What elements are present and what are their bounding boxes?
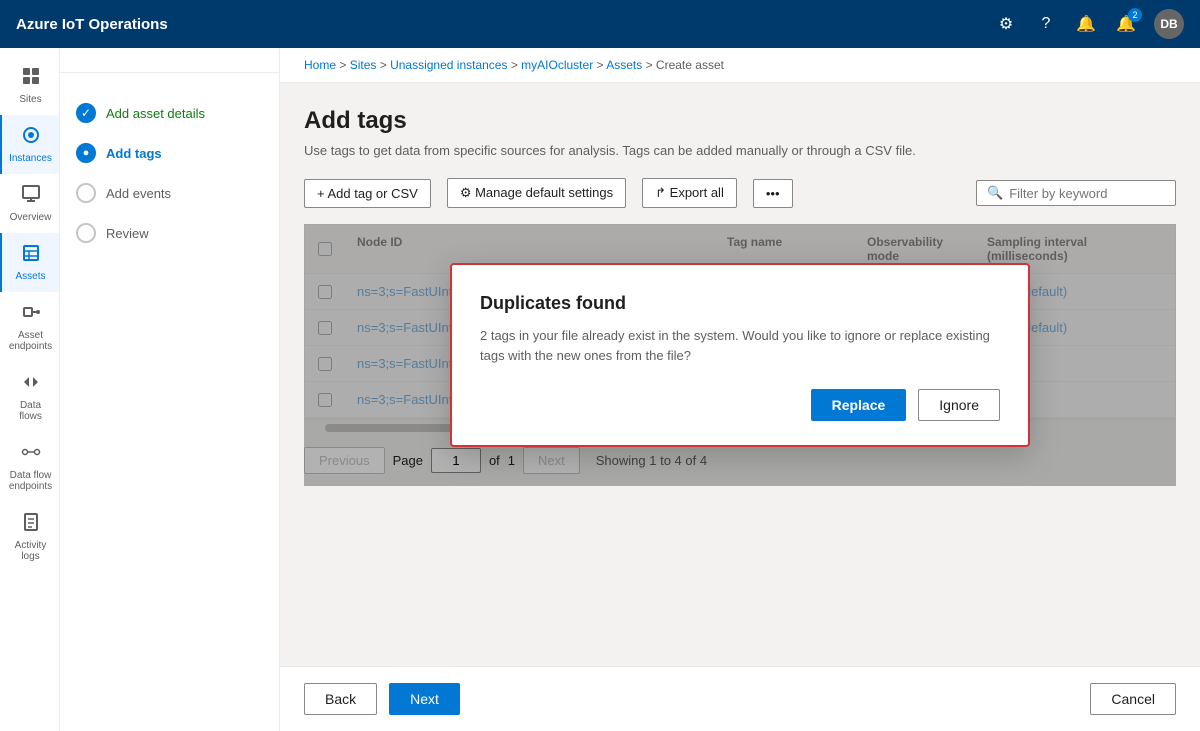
footer: Back Next Cancel — [280, 666, 1200, 731]
ignore-button[interactable]: Ignore — [918, 389, 1000, 421]
data-flow-endpoints-icon — [21, 442, 41, 467]
sidebar-label-sites: Sites — [19, 94, 41, 105]
sidebar: Sites Instances Overview Assets Asset en… — [0, 48, 60, 731]
add-tag-csv-button[interactable]: + Add tag or CSV — [304, 179, 431, 208]
dialog-overlay: Duplicates found 2 tags in your file alr… — [304, 224, 1176, 486]
app-title: Azure IoT Operations — [16, 16, 994, 33]
search-icon: 🔍 — [987, 185, 1003, 201]
asset-endpoints-icon — [21, 302, 41, 327]
sidebar-item-asset-endpoints[interactable]: Asset endpoints — [0, 292, 59, 362]
wizard-step-label-2: Add tags — [106, 146, 162, 161]
activity-logs-icon — [21, 512, 41, 537]
breadcrumb-home[interactable]: Home — [304, 58, 336, 72]
search-input[interactable] — [1009, 186, 1185, 201]
sidebar-label-overview: Overview — [10, 212, 52, 223]
instances-icon — [21, 125, 41, 150]
sidebar-label-instances: Instances — [9, 153, 52, 164]
breadcrumb-sites[interactable]: Sites — [350, 58, 377, 72]
data-flows-icon — [21, 372, 41, 397]
sidebar-item-sites[interactable]: Sites — [0, 56, 59, 115]
next-button[interactable]: Next — [389, 683, 460, 715]
sidebar-item-instances[interactable]: Instances — [0, 115, 59, 174]
sidebar-label-asset-endpoints: Asset endpoints — [8, 330, 53, 352]
step4-circle — [76, 223, 96, 243]
sidebar-label-assets: Assets — [15, 271, 45, 282]
breadcrumb-cluster[interactable]: myAIOcluster — [521, 58, 593, 72]
assets-icon — [21, 243, 41, 268]
sidebar-label-data-flow-endpoints: Data flow endpoints — [8, 470, 53, 492]
breadcrumb-assets[interactable]: Assets — [606, 58, 642, 72]
wizard-step-asset-details[interactable]: ✓ Add asset details — [76, 93, 263, 133]
breadcrumb-current: Create asset — [656, 58, 724, 72]
topbar-icons: ⚙ ? 🔔 🔔 2 DB — [994, 9, 1184, 39]
step1-circle: ✓ — [76, 103, 96, 123]
wizard-step-add-events[interactable]: Add events — [76, 173, 263, 213]
tags-toolbar: + Add tag or CSV ⚙ Manage default settin… — [304, 178, 1176, 208]
cancel-button[interactable]: Cancel — [1090, 683, 1176, 715]
notification-icon[interactable]: 🔔 2 — [1114, 12, 1138, 36]
wizard-panel: ✓ Add asset details ● Add tags Add event… — [60, 73, 280, 273]
breadcrumb: Home > Sites > Unassigned instances > my… — [280, 48, 1200, 83]
wizard-step-review[interactable]: Review — [76, 213, 263, 253]
page-subtitle: Use tags to get data from specific sourc… — [304, 143, 1176, 158]
notif-badge: 2 — [1128, 8, 1142, 22]
avatar[interactable]: DB — [1154, 9, 1184, 39]
overview-icon — [21, 184, 41, 209]
dialog-title: Duplicates found — [480, 293, 1000, 314]
wizard-step-label-1: Add asset details — [106, 106, 205, 121]
step3-circle — [76, 183, 96, 203]
wizard-step-label-4: Review — [106, 226, 149, 241]
step2-circle: ● — [76, 143, 96, 163]
back-button[interactable]: Back — [304, 683, 377, 715]
page-title: Add tags — [304, 107, 1176, 135]
search-box: 🔍 — [976, 180, 1176, 206]
replace-button[interactable]: Replace — [811, 389, 907, 421]
help-icon[interactable]: ? — [1034, 12, 1058, 36]
sidebar-item-assets[interactable]: Assets — [0, 233, 59, 292]
sites-icon — [21, 66, 41, 91]
bell-icon[interactable]: 🔔 — [1074, 12, 1098, 36]
sidebar-item-overview[interactable]: Overview — [0, 174, 59, 233]
export-all-button[interactable]: ↱ Export all — [642, 178, 737, 208]
more-options-button[interactable]: ••• — [753, 179, 793, 208]
breadcrumb-unassigned[interactable]: Unassigned instances — [390, 58, 507, 72]
topbar: Azure IoT Operations ⚙ ? 🔔 🔔 2 DB — [0, 0, 1200, 48]
wizard-step-label-3: Add events — [106, 186, 171, 201]
sidebar-label-data-flows: Data flows — [8, 400, 53, 422]
wizard-step-add-tags[interactable]: ● Add tags — [76, 133, 263, 173]
dialog-message: 2 tags in your file already exist in the… — [480, 326, 1000, 365]
settings-icon[interactable]: ⚙ — [994, 12, 1018, 36]
sidebar-item-data-flow-endpoints[interactable]: Data flow endpoints — [0, 432, 59, 502]
manage-settings-button[interactable]: ⚙ Manage default settings — [447, 178, 626, 208]
sidebar-label-activity-logs: Activity logs — [8, 540, 53, 562]
sidebar-item-activity-logs[interactable]: Activity logs — [0, 502, 59, 572]
dialog-actions: Replace Ignore — [480, 389, 1000, 421]
page-body: Add tags Use tags to get data from speci… — [280, 83, 1200, 666]
duplicates-dialog: Duplicates found 2 tags in your file alr… — [450, 263, 1030, 447]
sidebar-item-data-flows[interactable]: Data flows — [0, 362, 59, 432]
